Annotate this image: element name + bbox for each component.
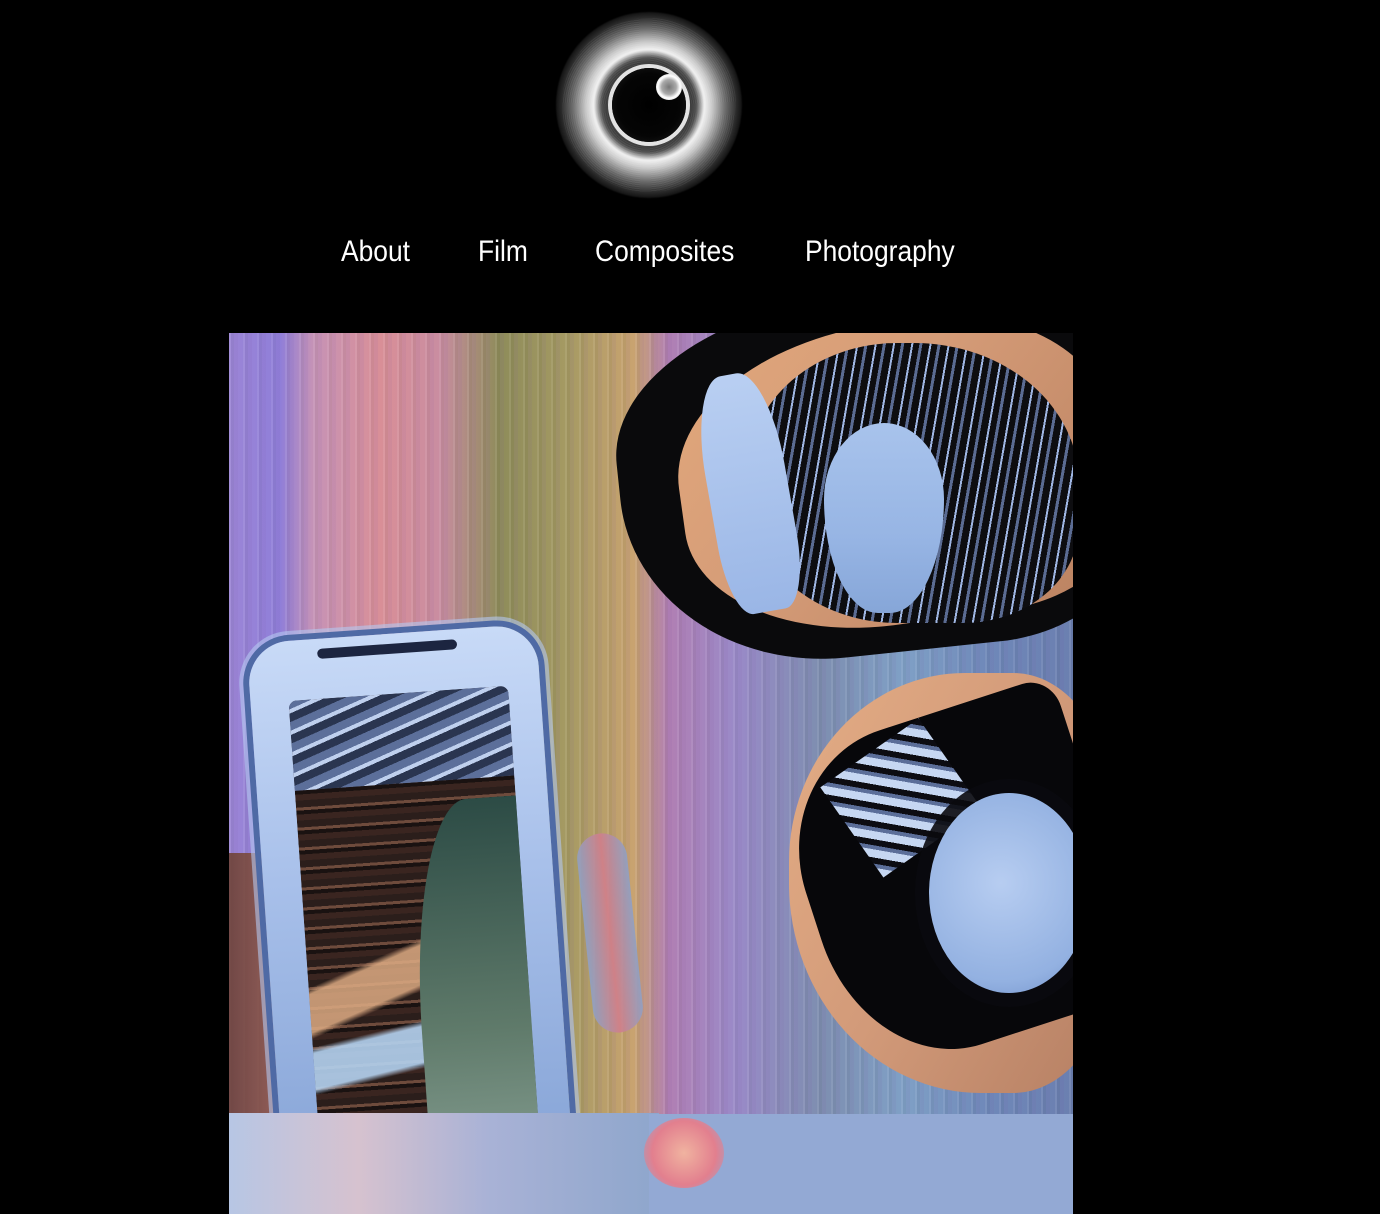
hero-pink-blob [644,1118,724,1188]
logo-dot [656,74,682,100]
hero-bottom-left-band [229,1113,659,1214]
nav-item-photography[interactable]: Photography [805,230,955,274]
phone-notch [316,639,458,659]
page: About Film Composites Photography [0,0,1380,1214]
nav-item-about[interactable]: About [341,230,410,274]
site-logo[interactable] [556,12,742,198]
nav-item-film[interactable]: Film [478,230,528,274]
hero-artwork-image[interactable] [229,333,1073,1214]
phone-screen-sky [288,685,515,791]
main-nav: About Film Composites Photography [0,230,1380,278]
nav-item-composites[interactable]: Composites [595,230,734,274]
